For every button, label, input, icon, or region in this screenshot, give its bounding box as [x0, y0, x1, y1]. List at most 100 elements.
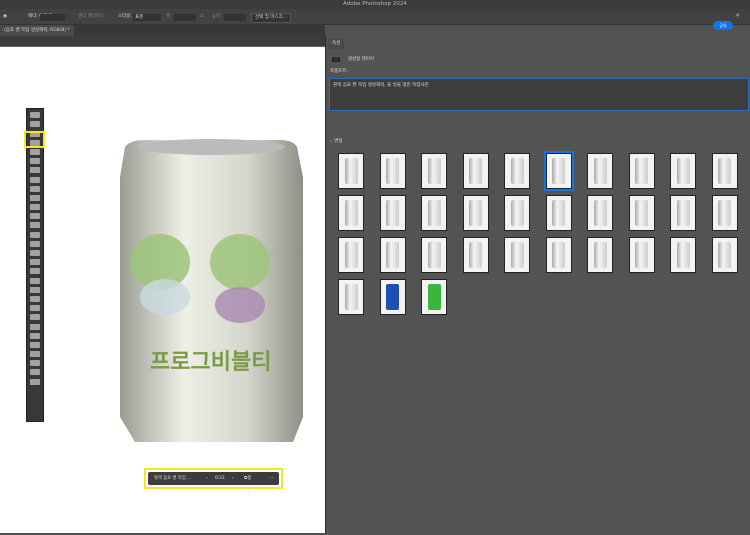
tool-icon[interactable] — [30, 121, 40, 128]
variations-header[interactable]: ⌄ 변형 — [329, 138, 342, 144]
tool-icon[interactable] — [30, 378, 40, 385]
marquee-tool-highlight[interactable] — [24, 131, 45, 148]
prev-icon[interactable]: ‹ — [206, 472, 208, 485]
taskbar-prompt[interactable]: 흰색 음료 캔 목업 ... — [154, 472, 191, 485]
variation-thumbnail[interactable] — [379, 237, 406, 273]
generative-icon: ⬚ — [332, 57, 341, 62]
variation-thumbnail[interactable] — [628, 195, 655, 231]
tool-icon[interactable] — [30, 222, 40, 229]
variation-thumbnail[interactable] — [587, 153, 613, 189]
variation-thumbnail[interactable] — [462, 237, 489, 273]
tool-icon[interactable] — [30, 231, 40, 238]
select-mask-button[interactable]: 선택 및 마스크... — [251, 13, 291, 23]
brand-text: 프로그비블티 — [150, 350, 271, 375]
variation-thumbnail[interactable] — [504, 153, 530, 189]
search-icon[interactable]: ⚲ — [736, 13, 739, 21]
variation-thumbnail[interactable] — [504, 237, 530, 273]
next-icon[interactable]: › — [232, 472, 234, 485]
can-icon — [676, 242, 690, 268]
can-icon — [344, 284, 358, 310]
tool-icon[interactable] — [30, 332, 40, 339]
can-icon — [427, 158, 441, 184]
variation-thumbnail[interactable] — [545, 237, 572, 273]
tool-icon[interactable] — [30, 323, 40, 330]
document-tab[interactable]: (음료 캔 목업 생성해줘, RGB/8) * — [0, 25, 74, 36]
variation-thumbnail[interactable] — [670, 237, 696, 273]
tool-icon[interactable] — [30, 167, 40, 174]
variation-thumbnail[interactable] — [421, 237, 447, 273]
variation-thumbnail[interactable] — [379, 195, 406, 231]
variation-thumbnail[interactable] — [543, 151, 574, 191]
variation-thumbnail[interactable] — [628, 153, 655, 189]
canvas[interactable]: 프로그비블티 — [0, 47, 325, 533]
tool-icon[interactable] — [30, 277, 40, 284]
variation-thumbnail[interactable] — [379, 153, 406, 189]
tool-icon[interactable] — [30, 295, 40, 302]
tool-icon[interactable] — [30, 314, 40, 321]
height-input[interactable] — [224, 13, 246, 21]
tool-icon[interactable] — [30, 112, 40, 119]
tool-icon[interactable] — [30, 240, 40, 247]
swap-icon[interactable]: ⇄ — [200, 13, 204, 21]
tool-icon[interactable] — [30, 351, 40, 358]
variation-thumbnail[interactable] — [338, 153, 364, 189]
variation-thumbnail[interactable] — [545, 195, 572, 231]
can-icon — [635, 242, 648, 268]
tool-icon[interactable] — [30, 204, 40, 211]
tool-icon[interactable] — [30, 305, 40, 312]
options-bar: ◉ 페더: 0 픽셀 앤티 앨리어스 스타일: 표준 폭: ⇄ 높이: 선택 및… — [0, 9, 750, 30]
feather-input[interactable] — [40, 13, 65, 21]
antialias-checkbox[interactable]: 앤티 앨리어스 — [78, 13, 104, 21]
can-icon — [676, 200, 690, 226]
tool-icon[interactable] — [30, 185, 40, 192]
tool-icon[interactable] — [30, 360, 40, 367]
prompt-input[interactable]: 흰색 음료 캔 목업 생성해줘, 물 방울 맺힌 목업사진 — [329, 78, 749, 111]
variation-thumbnail[interactable] — [421, 195, 447, 231]
can-icon — [427, 242, 441, 268]
tool-icon[interactable] — [30, 213, 40, 220]
properties-tab[interactable]: 속성 — [328, 39, 345, 49]
can-icon — [510, 242, 524, 268]
ruler — [0, 36, 325, 47]
tool-icon[interactable] — [30, 268, 40, 275]
variation-thumbnail[interactable] — [379, 279, 406, 315]
tool-icon[interactable] — [30, 369, 40, 376]
tool-icon[interactable] — [30, 250, 40, 256]
tool-icon[interactable] — [30, 259, 40, 266]
variation-thumbnail[interactable] — [711, 237, 738, 273]
variation-thumbnail[interactable] — [338, 237, 364, 273]
tool-icon[interactable] — [30, 194, 40, 201]
variation-thumbnail[interactable] — [421, 279, 447, 315]
variation-thumbnail[interactable] — [462, 195, 489, 231]
variation-thumbnail[interactable] — [711, 195, 738, 231]
tool-icon[interactable] — [30, 148, 40, 155]
share-button[interactable]: 공유 — [713, 21, 733, 30]
tool-icon[interactable] — [30, 341, 40, 348]
can-icon — [552, 200, 565, 226]
can-icon — [635, 158, 648, 184]
style-select[interactable]: 표준 — [133, 13, 161, 21]
layer-type-label: 생성형 레이어 — [347, 57, 374, 62]
variation-thumbnail[interactable] — [462, 153, 489, 189]
variation-thumbnail[interactable] — [670, 153, 696, 189]
home-icon[interactable]: ◉ — [3, 13, 7, 21]
prompt-label: 프롬프트: — [330, 69, 349, 74]
tools-panel — [26, 108, 44, 422]
variation-thumbnail[interactable] — [711, 153, 738, 189]
layer-type-row: ⬚ 생성형 레이어 — [332, 56, 374, 62]
variation-thumbnail[interactable] — [628, 237, 655, 273]
tool-icon[interactable] — [30, 158, 40, 165]
more-button[interactable]: ··· — [269, 472, 273, 485]
variation-thumbnail[interactable] — [421, 153, 447, 189]
variation-thumbnail[interactable] — [338, 195, 364, 231]
tool-icon[interactable] — [30, 176, 40, 183]
variation-thumbnail[interactable] — [670, 195, 696, 231]
width-input[interactable] — [174, 13, 196, 21]
generate-button[interactable]: ⧉ 생성 — [244, 472, 251, 494]
variation-thumbnail[interactable] — [587, 195, 613, 231]
variation-thumbnail[interactable] — [504, 195, 530, 231]
variation-thumbnail[interactable] — [338, 279, 364, 315]
variation-thumbnail[interactable] — [587, 237, 613, 273]
can-icon — [718, 200, 731, 226]
tool-icon[interactable] — [30, 286, 40, 293]
